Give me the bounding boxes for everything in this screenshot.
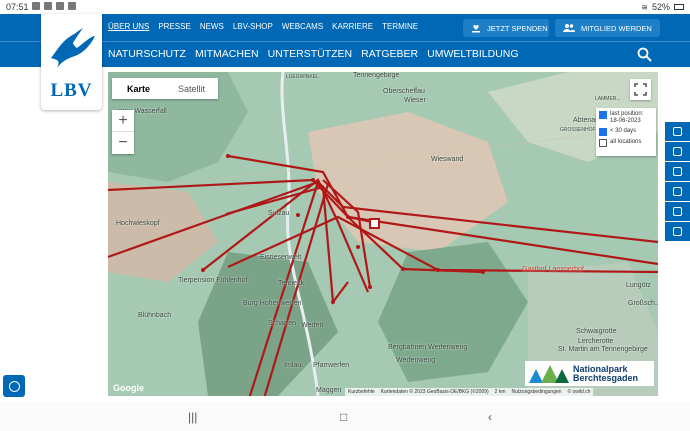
map-attribution: Kurzbefehle Kartendaten © 2023 GeoBasis-…: [345, 388, 594, 396]
recents-icon[interactable]: |||: [188, 410, 197, 424]
notification-icons: [32, 2, 76, 10]
top-bar: ÜBER UNS PRESSE NEWS LBV-SHOP WEBCAMS KA…: [0, 14, 690, 41]
map-place-bluhnbach: Blühnbach: [138, 312, 172, 319]
main-nav: NATURSCHUTZ MITMACHEN UNTERSTÜTZEN RATGE…: [0, 41, 690, 67]
attrib-shortcuts[interactable]: Kurzbefehle: [348, 389, 375, 395]
search-icon[interactable]: [637, 47, 652, 62]
zoom-control: + −: [112, 110, 134, 154]
map-place-lungotz: Lungötz: [626, 282, 651, 289]
map-place-stmartin: St. Martin am Tennengebirge: [558, 346, 648, 353]
youtube-icon[interactable]: [665, 222, 690, 241]
map-type-karte[interactable]: Karte: [112, 78, 165, 99]
zoom-out-button[interactable]: −: [112, 132, 134, 154]
attrib-data: Kartendaten © 2023 GeoBasis-DE/BKG (©200…: [380, 389, 489, 395]
nationalpark-logo[interactable]: Nationalpark Berchtesgaden: [525, 361, 654, 386]
map-place-maggen: Maggen: [316, 387, 342, 394]
bird-logo-icon: [51, 28, 95, 68]
donate-button[interactable]: JETZT SPENDEN: [463, 19, 549, 37]
map-place-hohenwerfen: Burg Hohenwerfen: [243, 300, 302, 307]
fullscreen-icon: [634, 83, 647, 96]
battery-text: 52%: [651, 2, 670, 12]
top-menu-karriere[interactable]: KARRIERE: [332, 22, 373, 31]
top-menu-ueber-uns[interactable]: ÜBER UNS: [108, 22, 149, 31]
map-place-tennengebirge: Tennengebirge: [353, 72, 400, 79]
member-label: MITGLIED WERDEN: [581, 23, 652, 33]
map-place-hochwieskopf: Hochwieskopf: [116, 220, 160, 227]
map-place-werfen: Werfen: [301, 322, 324, 329]
track-filter: last position: 18-06-2023 < 30 days all l…: [596, 108, 656, 156]
attrib-source: © swild.ch: [567, 389, 591, 395]
map-type-toggle: Karte Satellit: [112, 78, 218, 99]
top-menu-termine[interactable]: TERMINE: [382, 22, 418, 31]
hand-heart-icon: [472, 24, 480, 33]
cookie-icon: [8, 380, 20, 392]
map-place-scharten: Scharten: [268, 320, 297, 327]
map-place-wieser: Wieser: [404, 97, 426, 104]
home-icon[interactable]: □: [340, 410, 347, 424]
map-place-wieswand: Wieswand: [431, 156, 464, 163]
map-type-satellit[interactable]: Satellit: [165, 78, 218, 99]
nationalpark-mountains-icon: [529, 364, 569, 383]
instagram-icon[interactable]: [665, 182, 690, 201]
nav-naturschutz[interactable]: NATURSCHUTZ: [108, 48, 186, 60]
map-place-eisriesenwelt: Eisriesenwelt: [260, 254, 302, 261]
map-place-sulzau: Sulzau: [268, 210, 290, 217]
cookie-button[interactable]: [3, 375, 25, 397]
flickr-icon[interactable]: [665, 162, 690, 181]
people-icon: [563, 24, 575, 32]
google-logo: Google: [113, 383, 144, 393]
map-place-fohlenhof: Tierpension Fohlenhof: [178, 277, 248, 284]
map-place-lammerhof: LAMMER...: [595, 96, 621, 102]
last-position-date: 18-06-2023: [610, 118, 641, 124]
np-line2: Berchtesgaden: [573, 372, 639, 383]
map-place-grossch: Großsch...: [628, 300, 658, 307]
facebook-icon[interactable]: [665, 122, 690, 141]
nav-unterstuetzen[interactable]: UNTERSTÜTZEN: [268, 48, 353, 60]
map-place-tenneck: Tenneck: [278, 280, 305, 287]
back-icon[interactable]: ‹: [488, 410, 492, 424]
battery-icon: [674, 4, 684, 10]
top-menu: ÜBER UNS PRESSE NEWS LBV-SHOP WEBCAMS KA…: [108, 22, 418, 31]
social-bar: [665, 122, 690, 241]
all-locations-label: all locations: [610, 139, 642, 145]
status-bar: 07:51 ≋ 52%: [0, 0, 690, 14]
top-menu-shop[interactable]: LBV-SHOP: [233, 22, 273, 31]
attrib-scale[interactable]: 2 km: [495, 389, 506, 395]
all-locations-checkbox[interactable]: [599, 139, 607, 147]
top-menu-news[interactable]: NEWS: [200, 22, 224, 31]
map-place-werfenweng: Werfenweng: [396, 357, 436, 364]
map-place-schwaigrotte: Schwaigrotte: [576, 328, 617, 335]
status-time: 07:51: [6, 2, 29, 12]
last-position-checkbox[interactable]: [599, 111, 607, 119]
map-place-grossenhof: GROSSENHOF: [560, 127, 596, 133]
map-place-bergbahnen: Bergbahnen Werfenweng: [388, 344, 468, 351]
nav-mitmachen[interactable]: MITMACHEN: [195, 48, 259, 60]
status-right: ≋ 52%: [641, 2, 684, 12]
top-menu-presse[interactable]: PRESSE: [158, 22, 190, 31]
map-place-luegwinkel: LUEGWINKEL: [286, 74, 319, 80]
days-label: < 30 days: [610, 128, 637, 134]
donate-label: JETZT SPENDEN: [487, 23, 548, 33]
map-place-oberscheffau: Oberscheffau: [383, 88, 425, 95]
lbv-logo[interactable]: LBV: [41, 14, 102, 110]
logo-text: LBV: [50, 80, 93, 101]
attrib-terms[interactable]: Nutzungsbedingungen: [512, 389, 562, 395]
days-checkbox[interactable]: [599, 128, 607, 136]
top-menu-webcams[interactable]: WEBCAMS: [282, 22, 323, 31]
member-button[interactable]: MITGLIED WERDEN: [555, 19, 660, 37]
nav-umweltbildung[interactable]: UMWELTBILDUNG: [427, 48, 518, 60]
map-place-imlau: Imlau: [284, 362, 302, 369]
pinterest-icon[interactable]: [665, 202, 690, 221]
map-place-lammenhof: Gasthof Lammerhof: [522, 266, 584, 273]
map-place-lercherotte: Lercherotte: [578, 338, 614, 345]
fullscreen-button[interactable]: [630, 79, 651, 100]
map-canvas[interactable]: Tennengebirge Oberscheffau Wieser LAMMER...…: [108, 72, 658, 396]
zoom-in-button[interactable]: +: [112, 110, 134, 132]
map-place-pfarrwerfen: Pfarrwerfen: [313, 362, 350, 369]
nav-ratgeber[interactable]: RATGEBER: [361, 48, 418, 60]
wifi-icon: ≋: [641, 2, 648, 12]
android-nav-bar: ||| □ ‹: [0, 402, 690, 431]
twitter-icon[interactable]: [665, 142, 690, 161]
last-position-label: last position:: [610, 111, 644, 117]
